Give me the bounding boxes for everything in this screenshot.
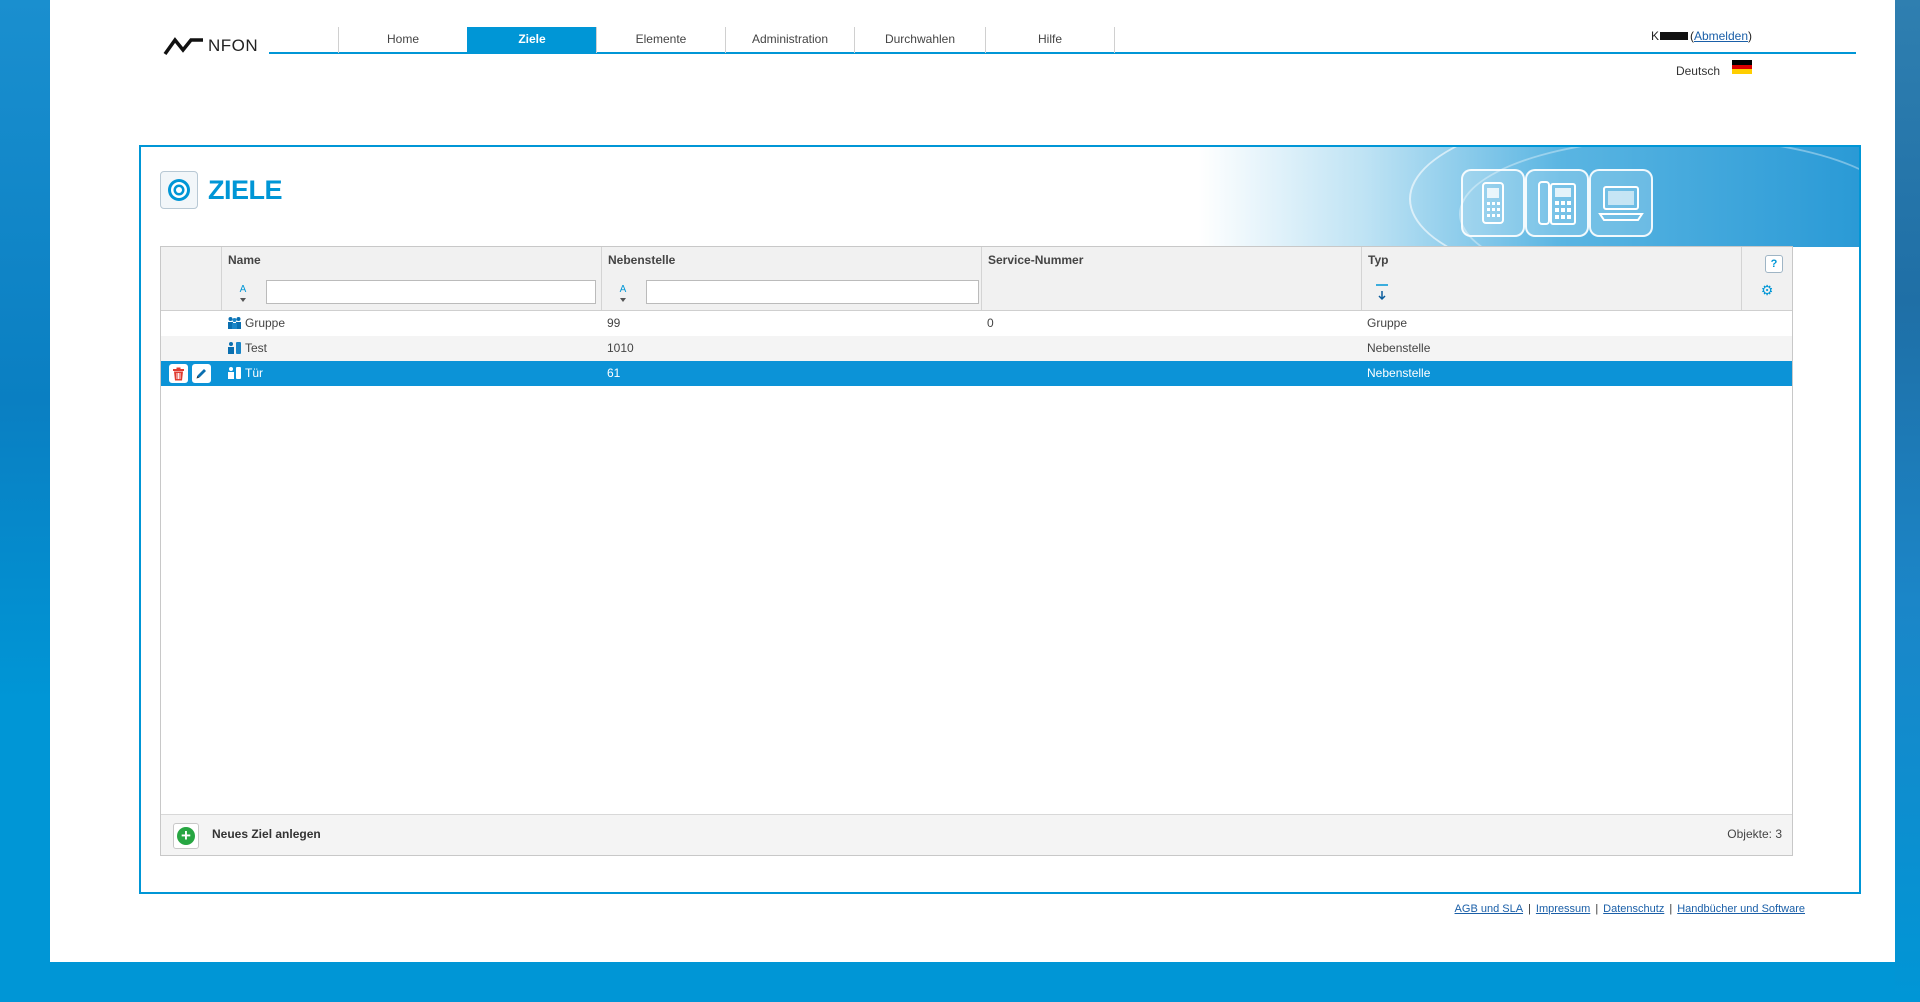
banner-image (1199, 147, 1859, 247)
nav-elemente[interactable]: Elemente (596, 27, 725, 53)
nfon-logo[interactable]: NFON (163, 36, 258, 56)
group-icon (228, 317, 241, 329)
edit-button[interactable] (192, 364, 211, 383)
settings-gear-icon[interactable]: ⚙ (1758, 281, 1776, 299)
target-icon (160, 171, 198, 209)
redacted-username (1659, 32, 1688, 40)
trash-icon (173, 367, 184, 380)
row-service-number: 0 (987, 316, 994, 330)
user-info: K (Abmelden) (1650, 29, 1752, 43)
nebenstelle-sort-filter-button[interactable]: A (615, 284, 631, 302)
nfon-logo-mark-icon (163, 37, 203, 56)
background-right (1895, 0, 1920, 1002)
background-left (0, 0, 50, 1002)
table-footer: + Neues Ziel anlegen Objekte: 3 (161, 814, 1792, 855)
nav-administration[interactable]: Administration (725, 27, 854, 53)
row-name: Test (245, 341, 268, 355)
impressum-link[interactable]: Impressum (1536, 903, 1590, 915)
table-header: Name Nebenstelle Service-Nummer Typ ? (161, 247, 1792, 275)
row-type: Gruppe (1367, 316, 1408, 330)
column-header-nebenstelle[interactable]: Nebenstelle (601, 247, 981, 274)
laptop-icon (1589, 169, 1653, 237)
logo-text: NFON (208, 36, 259, 55)
logout-link[interactable]: Abmelden (1694, 29, 1748, 43)
column-header-service-nummer[interactable]: Service-Nummer (981, 247, 1361, 274)
agb-link[interactable]: AGB und SLA (1455, 903, 1524, 915)
table-row-selected[interactable]: Tür 61 Nebenstelle (161, 361, 1792, 386)
name-filter-input[interactable] (266, 280, 596, 304)
language-label: Deutsch (1675, 64, 1720, 78)
mobile-phone-icon (1461, 169, 1525, 237)
typ-sort-icon[interactable] (1374, 282, 1390, 302)
footer-links: AGB und SLA | Impressum | Datenschutz | Handbü… (1454, 903, 1805, 915)
nav-home[interactable]: Home (338, 27, 467, 53)
language-selector[interactable]: Deutsch (1675, 60, 1752, 78)
column-header-typ[interactable]: Typ (1361, 247, 1741, 274)
row-extension: 1010 (607, 341, 634, 355)
nav-hilfe[interactable]: Hilfe (985, 27, 1115, 53)
pencil-icon (196, 369, 206, 379)
help-button[interactable]: ? (1765, 255, 1783, 273)
handbuecher-link[interactable]: Handbücher und Software (1677, 903, 1805, 915)
extension-icon (228, 367, 241, 379)
add-target-label[interactable]: Neues Ziel anlegen (212, 827, 321, 841)
row-type: Nebenstelle (1367, 366, 1431, 380)
column-header-name[interactable]: Name (221, 247, 601, 274)
row-service-number (981, 361, 1361, 386)
german-flag-icon[interactable] (1732, 60, 1752, 75)
row-extension: 99 (607, 316, 621, 330)
row-extension: 61 (607, 366, 621, 380)
table-row[interactable]: Gruppe 99 0 Gruppe (161, 311, 1792, 336)
ziele-table: Name Nebenstelle Service-Nummer Typ ? A … (160, 246, 1793, 856)
page-title: ZIELE (208, 174, 283, 205)
row-service-number (981, 336, 1361, 361)
plus-icon: + (177, 827, 195, 845)
name-sort-filter-button[interactable]: A (235, 284, 251, 302)
object-count: Objekte: 3 (1727, 827, 1782, 841)
user-initial: K (1650, 29, 1659, 43)
main-nav: Home Ziele Elemente Administration Durch… (338, 27, 1115, 53)
nav-durchwahlen[interactable]: Durchwahlen (854, 27, 985, 53)
row-type: Nebenstelle (1367, 341, 1431, 355)
datenschutz-link[interactable]: Datenschutz (1603, 903, 1664, 915)
desk-phone-icon (1525, 169, 1589, 237)
table-row[interactable]: Test 1010 Nebenstelle (161, 336, 1792, 361)
extension-icon (228, 342, 241, 354)
nebenstelle-filter-input[interactable] (646, 280, 979, 304)
add-target-button[interactable]: + (173, 823, 199, 849)
row-name: Gruppe (245, 316, 286, 330)
delete-button[interactable] (169, 364, 188, 383)
page-header: ZIELE (160, 171, 283, 209)
page-container: NFON Home Ziele Elemente Administration … (50, 0, 1895, 962)
row-name: Tür (245, 366, 263, 380)
filter-row: A A ⚙ (161, 274, 1792, 311)
ziele-panel: ZIELE Name Nebenstelle Service-Nummer Ty… (139, 145, 1861, 894)
nav-ziele[interactable]: Ziele (467, 27, 596, 53)
